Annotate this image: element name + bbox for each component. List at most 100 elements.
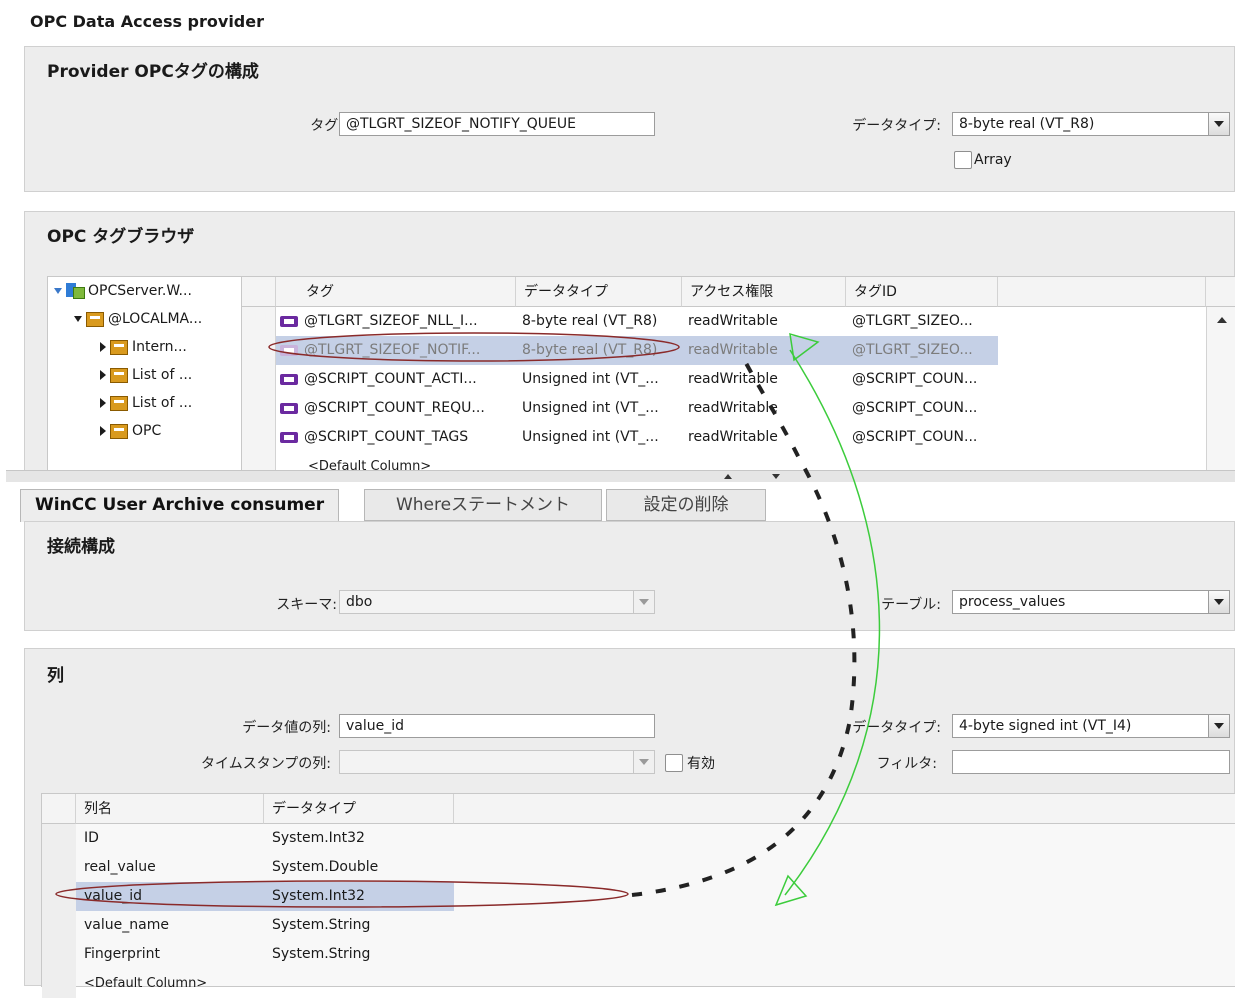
grid-header-datatype[interactable]: データタイプ	[264, 794, 454, 824]
collapse-icon[interactable]	[100, 398, 106, 408]
vertical-scrollbar[interactable]	[1206, 307, 1235, 474]
row-header[interactable]	[242, 336, 276, 365]
scroll-up-icon[interactable]	[1217, 317, 1227, 323]
value-column-field[interactable]: value_id	[339, 714, 655, 738]
cell-datatype: 8-byte real (VT_R8)	[522, 342, 658, 358]
connection-section: 接続構成 スキーマ: dbo テーブル: process_values	[24, 521, 1235, 631]
column-row-name-selected[interactable]: value_id	[84, 882, 264, 911]
table-row[interactable]: @SCRIPT_COUNT_REQU...	[280, 394, 516, 423]
tag-icon	[280, 431, 298, 443]
splitter-up-icon[interactable]	[724, 474, 732, 479]
table-value: process_values	[959, 594, 1066, 610]
valid-checkbox-group[interactable]: 有効	[665, 753, 715, 773]
filter-field[interactable]	[952, 750, 1230, 774]
expand-icon[interactable]	[54, 288, 62, 294]
cell-tag: @TLGRT_SIZEOF_NLL_I...	[304, 313, 478, 329]
folder-icon	[110, 423, 128, 439]
tab-user-archive-consumer[interactable]: WinCC User Archive consumer	[20, 489, 340, 522]
column-row-name[interactable]: value_name	[84, 911, 264, 940]
grid-header-filler	[998, 277, 1206, 307]
provider-datatype-label: データタイプ:	[852, 118, 941, 134]
chevron-down-icon[interactable]	[1208, 715, 1229, 737]
column-row-type: System.Int32	[272, 888, 365, 904]
grid-header-datatype[interactable]: データタイプ	[516, 277, 682, 307]
table-row[interactable]: @SCRIPT_COUNT_TAGS	[280, 423, 516, 452]
grid-header-column-name[interactable]: 列名	[76, 794, 264, 824]
columns-grid[interactable]: 列名 データタイプ ID System.Int32 real_value Sys…	[41, 793, 1235, 998]
columns-section: 列 データ値の列: value_id タイムスタンプの列: 有効 データタイプ:…	[24, 648, 1235, 998]
tree-item-list-of-1[interactable]: List of ...	[100, 361, 192, 389]
array-checkbox[interactable]	[954, 151, 972, 169]
columns-header: 列	[47, 666, 64, 686]
table-select[interactable]: process_values	[952, 590, 1230, 614]
tab-delete-settings[interactable]: 設定の削除	[606, 489, 766, 521]
tag-tree[interactable]: OPCServer.W... @LOCALMA... Intern... Lis…	[47, 276, 257, 474]
valid-checkbox[interactable]	[665, 754, 683, 772]
splitter[interactable]	[6, 470, 1235, 482]
array-checkbox-group[interactable]: Array	[954, 151, 1012, 169]
chevron-down-icon[interactable]	[633, 751, 654, 773]
tree-item-label: List of ...	[132, 367, 193, 383]
timestamp-column-select[interactable]	[339, 750, 655, 774]
table-row-selected[interactable]: @TLGRT_SIZEOF_NOTIF...	[280, 336, 516, 365]
tree-item-list-of-2[interactable]: List of ...	[100, 389, 192, 417]
cell-access: readWritable	[688, 400, 778, 416]
tag-field[interactable]: @TLGRT_SIZEOF_NOTIFY_QUEUE	[339, 112, 655, 136]
splitter-down-icon[interactable]	[772, 474, 780, 479]
column-row-type: System.Double	[272, 859, 379, 875]
connection-header: 接続構成	[47, 537, 115, 557]
tag-label: タグ:	[310, 118, 343, 134]
cell-tagid: @SCRIPT_COUN...	[852, 429, 978, 445]
cell-access: readWritable	[688, 313, 778, 329]
table-row[interactable]: @SCRIPT_COUNT_ACTI...	[280, 365, 516, 394]
row-header[interactable]	[42, 911, 76, 940]
tree-item-label: OPCServer.W...	[88, 283, 192, 299]
tree-item-label: List of ...	[132, 395, 193, 411]
schema-label: スキーマ:	[276, 597, 337, 613]
collapse-icon[interactable]	[100, 426, 106, 436]
default-column-row[interactable]: <Default Column>	[84, 969, 264, 998]
grid-header-tagid[interactable]: タグID	[846, 277, 998, 307]
row-header[interactable]	[42, 853, 76, 882]
tree-item-localmachine[interactable]: @LOCALMA...	[74, 305, 202, 333]
tag-browser-header: OPC タグブラウザ	[47, 227, 195, 247]
expand-icon[interactable]	[74, 316, 82, 322]
cell-datatype: 8-byte real (VT_R8)	[522, 313, 658, 329]
column-row-name[interactable]: real_value	[84, 853, 264, 882]
row-header[interactable]	[42, 824, 76, 853]
provider-config-section: Provider OPCタグの構成 タグ: @TLGRT_SIZEOF_NOTI…	[24, 46, 1235, 192]
collapse-icon[interactable]	[100, 370, 106, 380]
column-row-name[interactable]: ID	[84, 824, 264, 853]
row-header[interactable]	[42, 882, 76, 911]
table-row[interactable]: @TLGRT_SIZEOF_NLL_I...	[280, 307, 516, 336]
row-header[interactable]	[242, 394, 276, 423]
tree-item-opc[interactable]: OPC	[100, 417, 161, 445]
row-header[interactable]	[42, 940, 76, 969]
tag-grid[interactable]: タグ データタイプ アクセス権限 タグID @TLGRT_SIZEOF_NLL_…	[241, 276, 1235, 481]
row-header[interactable]	[242, 423, 276, 452]
tree-item-opcserver[interactable]: OPCServer.W...	[54, 277, 192, 305]
tag-icon	[280, 344, 298, 356]
row-header[interactable]	[42, 969, 76, 998]
server-icon	[66, 283, 85, 299]
window-title: OPC Data Access provider	[30, 12, 264, 31]
chevron-down-icon[interactable]	[633, 591, 654, 613]
schema-value: dbo	[346, 594, 373, 610]
grid-header-access[interactable]: アクセス権限	[682, 277, 846, 307]
provider-datatype-select[interactable]: 8-byte real (VT_R8)	[952, 112, 1230, 136]
cell-tag: @SCRIPT_COUNT_TAGS	[304, 429, 469, 445]
grid-header-tag[interactable]: タグ	[276, 277, 516, 307]
consumer-datatype-select[interactable]: 4-byte signed int (VT_I4)	[952, 714, 1230, 738]
grid-corner	[242, 277, 276, 307]
row-header[interactable]	[242, 365, 276, 394]
tag-icon	[280, 402, 298, 414]
chevron-down-icon[interactable]	[1208, 113, 1229, 135]
collapse-icon[interactable]	[100, 342, 106, 352]
tab-where-statement[interactable]: Whereステートメント	[364, 489, 602, 521]
schema-select[interactable]: dbo	[339, 590, 655, 614]
cell-datatype: Unsigned int (VT_...	[522, 429, 659, 445]
tree-item-intern[interactable]: Intern...	[100, 333, 187, 361]
row-header[interactable]	[242, 307, 276, 336]
column-row-name[interactable]: Fingerprint	[84, 940, 264, 969]
chevron-down-icon[interactable]	[1208, 591, 1229, 613]
